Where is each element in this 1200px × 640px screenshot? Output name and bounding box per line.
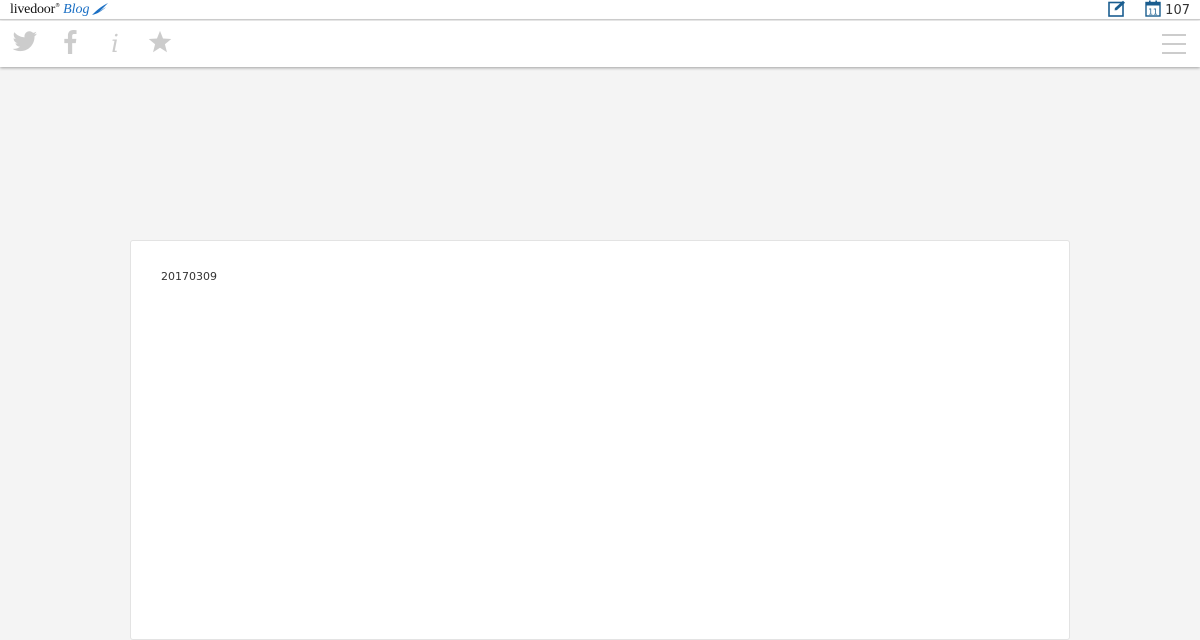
article-card: 20170309 bbox=[130, 240, 1070, 640]
logo-product-text: Blog bbox=[63, 2, 90, 17]
menu-line bbox=[1162, 43, 1186, 45]
hamburger-menu-icon[interactable] bbox=[1162, 34, 1186, 54]
logo-registered-mark: ® bbox=[55, 3, 61, 9]
info-button[interactable]: i bbox=[102, 32, 128, 56]
twitter-icon bbox=[12, 31, 38, 57]
calendar-button[interactable]: 11 107 bbox=[1145, 0, 1190, 21]
calendar-icon: 11 bbox=[1145, 0, 1161, 21]
facebook-share-button[interactable] bbox=[57, 30, 83, 58]
logo-brand-text: livedoor bbox=[10, 2, 56, 17]
calendar-day-number: 11 bbox=[1148, 7, 1158, 16]
calendar-count: 107 bbox=[1165, 2, 1190, 18]
pencil-square-icon bbox=[1108, 0, 1126, 21]
top-bar: livedoor ® Blog 11 107 bbox=[0, 0, 1200, 20]
facebook-icon bbox=[63, 30, 77, 58]
star-icon bbox=[147, 30, 173, 58]
edit-button[interactable] bbox=[1107, 0, 1127, 20]
twitter-share-button[interactable] bbox=[12, 31, 38, 57]
menu-line bbox=[1162, 34, 1186, 36]
livedoor-blog-logo[interactable]: livedoor ® Blog bbox=[10, 1, 109, 19]
favorite-button[interactable] bbox=[147, 30, 173, 58]
bird-icon bbox=[91, 1, 109, 20]
info-icon: i bbox=[111, 30, 119, 58]
menu-line bbox=[1162, 52, 1186, 54]
top-right-tools: 11 107 bbox=[1107, 0, 1190, 20]
share-toolbar: i bbox=[0, 21, 1200, 67]
article-date: 20170309 bbox=[161, 270, 217, 283]
